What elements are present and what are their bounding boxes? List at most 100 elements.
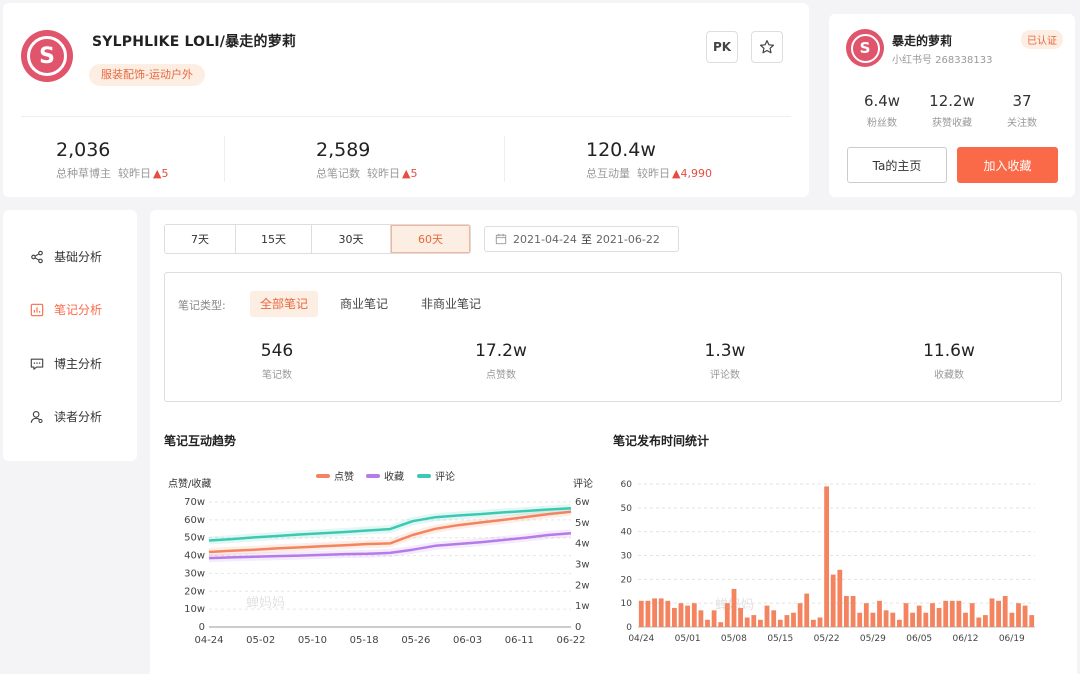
user-id: 小红书号 268338133	[892, 55, 993, 66]
range-15d-button[interactable]: 15天	[236, 225, 312, 253]
bar	[1009, 612, 1015, 627]
bar	[850, 596, 856, 627]
y-axis-label: 点赞/收藏	[168, 477, 211, 490]
bar	[738, 607, 743, 627]
bar	[777, 619, 783, 627]
bar	[784, 615, 790, 627]
y-tick-label: 10w	[184, 604, 205, 615]
divider	[224, 136, 225, 182]
verified-badge: 已认证	[1021, 30, 1063, 49]
x-tick-label: 05/01	[675, 634, 701, 644]
bar	[910, 612, 915, 627]
sidebar-item-label: 基础分析	[54, 250, 103, 264]
x-tick-label: 05/22	[814, 634, 840, 644]
y-tick-label: 30	[621, 552, 633, 562]
bar	[877, 600, 882, 627]
y2-tick-label: 5w	[575, 518, 590, 529]
y-tick-label: 20	[621, 575, 633, 585]
bar	[698, 610, 704, 627]
y-tick-label: 50	[621, 504, 633, 514]
sidebar-item-notes[interactable]: 笔记分析	[30, 301, 102, 318]
stat-notes: 2,589 总笔记数 较昨日 ▲5	[316, 139, 417, 181]
bar	[837, 569, 843, 627]
stat-label: 收藏数	[934, 370, 964, 381]
notes-summary-box: 笔记类型: 全部笔记 商业笔记 非商业笔记 546 笔记数 17.2w 点赞数 …	[164, 272, 1062, 402]
brand-logo: S	[21, 30, 73, 82]
sidebar-item-blogger[interactable]: 博主分析	[30, 355, 102, 372]
x-tick-label: 06/12	[953, 634, 979, 644]
bar	[949, 600, 955, 627]
bar	[811, 619, 816, 627]
stat-value: 37	[1012, 92, 1032, 110]
x-tick-label: 05/15	[767, 634, 793, 644]
stat-delta: ▲5	[153, 167, 169, 180]
range-60d-button[interactable]: 60天	[391, 225, 470, 253]
range-30d-button[interactable]: 30天	[312, 225, 391, 253]
star-button[interactable]	[751, 31, 783, 63]
sidebar-item-basic[interactable]: 基础分析	[30, 248, 102, 265]
publish-chart-title: 笔记发布时间统计	[613, 434, 710, 448]
bar	[718, 622, 724, 627]
stat-label: 点赞数	[486, 370, 516, 381]
bar	[711, 610, 717, 627]
legend-swatch	[417, 474, 431, 478]
stat-compare-label: 较昨日	[637, 167, 670, 180]
add-favorite-button[interactable]: 加入收藏	[957, 147, 1058, 183]
stat-value: 120.4w	[586, 139, 656, 161]
bar	[1029, 615, 1035, 627]
legend-swatch	[316, 474, 330, 478]
stat-value: 17.2w	[475, 341, 527, 361]
bar	[652, 598, 657, 627]
y2-axis-label: 评论	[573, 477, 593, 490]
range-7d-button[interactable]: 7天	[165, 225, 236, 253]
bar	[923, 612, 929, 627]
filter-non-commercial-notes[interactable]: 非商业笔记	[411, 291, 491, 317]
x-tick-label: 05/08	[721, 634, 747, 644]
y-tick-label: 60w	[184, 515, 205, 526]
bar	[969, 603, 975, 627]
bar	[645, 600, 651, 627]
stat-value: 6.4w	[863, 92, 901, 110]
bar	[1016, 603, 1021, 627]
stat-value: 12.2w	[929, 92, 975, 110]
bar	[844, 596, 849, 627]
bar	[863, 603, 869, 627]
calendar-icon	[495, 233, 507, 245]
stat-label: 关注数	[1007, 118, 1037, 129]
bar	[936, 607, 942, 627]
stat-interactions: 120.4w 总互动量 较昨日 ▲4,990	[586, 139, 712, 181]
bar	[744, 617, 750, 627]
pk-button[interactable]: PK	[706, 31, 738, 63]
sidebar-item-reader[interactable]: 读者分析	[30, 408, 102, 425]
bar	[758, 619, 763, 627]
y-tick-label: 70w	[184, 497, 205, 508]
y-tick-label: 40w	[184, 551, 205, 562]
filter-commercial-notes[interactable]: 商业笔记	[330, 291, 398, 317]
divider	[504, 136, 505, 182]
y2-tick-label: 1w	[575, 601, 590, 612]
date-end: 2021-06-22	[595, 232, 660, 246]
bar	[804, 593, 810, 627]
bar	[724, 603, 730, 627]
stat-delta: ▲5	[402, 167, 418, 180]
legend-label: 点赞	[334, 470, 354, 483]
x-tick-label: 06-11	[505, 635, 534, 646]
y2-tick-label: 0	[575, 622, 581, 633]
ta-home-button[interactable]: Ta的主页	[847, 147, 947, 183]
y-tick-label: 0	[199, 622, 205, 633]
bar	[963, 612, 968, 627]
bar	[691, 603, 697, 627]
note-stat-comments: 1.3w 评论数	[665, 341, 785, 381]
bar	[983, 615, 988, 627]
filter-all-notes[interactable]: 全部笔记	[250, 291, 319, 317]
bar	[897, 619, 902, 627]
x-tick-label: 06-22	[556, 635, 585, 646]
user-stat-following: 37 关注数	[987, 92, 1057, 129]
user-name[interactable]: 暴走的萝莉	[892, 32, 952, 49]
avatar[interactable]: S	[846, 29, 884, 67]
sidebar-item-label: 博主分析	[54, 357, 103, 371]
bar	[930, 603, 935, 627]
bar	[824, 486, 829, 627]
date-range-picker[interactable]: 2021-04-24 至 2021-06-22	[484, 226, 679, 252]
y-tick-label: 60	[621, 480, 633, 490]
